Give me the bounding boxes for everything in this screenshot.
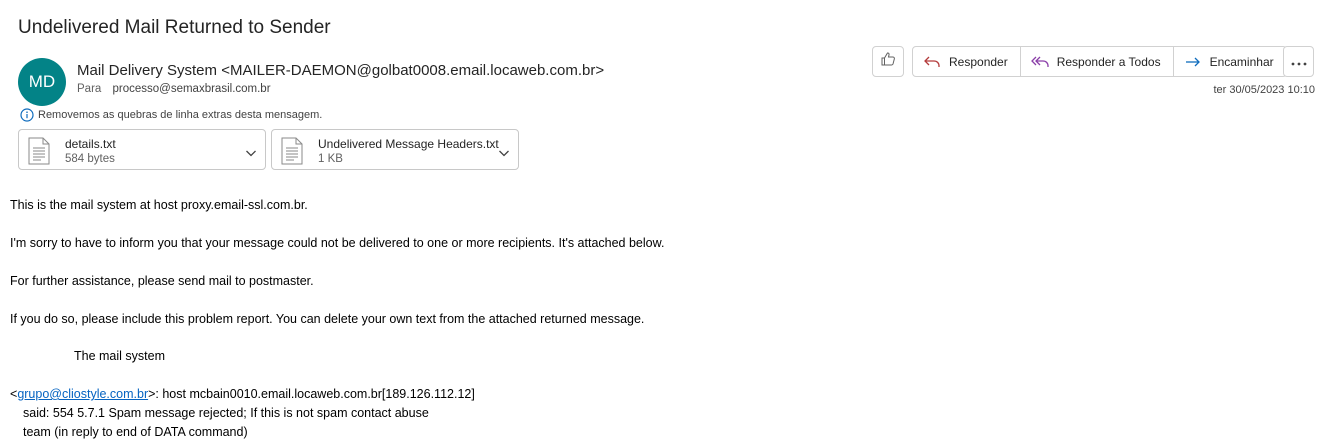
to-label: Para [77, 83, 102, 95]
reply-label: Responder [949, 54, 1008, 69]
sender-name[interactable]: Mail Delivery System <MAILER-DAEMON@golb… [77, 62, 604, 79]
forward-icon [1185, 57, 1200, 66]
info-notice-text: Removemos as quebras de linha extras des… [38, 109, 323, 121]
chevron-down-icon[interactable] [498, 145, 510, 163]
recipient-email-link[interactable]: grupo@cliostyle.com.br [17, 387, 148, 401]
attachment-size: 1 KB [318, 153, 343, 165]
body-line: I'm sorry to have to inform you that you… [10, 236, 665, 250]
reading-pane: Undelivered Mail Returned to Sender MD M… [0, 0, 1325, 443]
signature: The mail system [74, 349, 165, 363]
sender-avatar[interactable]: MD [18, 58, 66, 106]
chevron-down-icon[interactable] [245, 145, 257, 163]
bounce-host: >: host mcbain0010.email.locaweb.com.br[… [148, 387, 475, 401]
more-icon [1291, 53, 1307, 71]
recipient-address[interactable]: processo@semaxbrasil.com.br [113, 83, 271, 95]
attachment-name: details.txt [65, 137, 116, 151]
avatar-initials: MD [28, 72, 56, 91]
attachment-size: 584 bytes [65, 153, 115, 165]
more-options-button[interactable] [1283, 46, 1314, 77]
said-line: team (in reply to end of DATA command) [23, 425, 248, 439]
reply-all-icon [1030, 56, 1049, 67]
attachment-card[interactable]: Undelivered Message Headers.txt 1 KB [271, 129, 519, 170]
forward-button[interactable]: Encaminhar [1172, 47, 1286, 76]
reply-all-button[interactable]: Responder a Todos [1019, 47, 1173, 76]
email-date: ter 30/05/2023 10:10 [1213, 84, 1315, 96]
info-notice: Removemos as quebras de linha extras des… [20, 108, 322, 122]
recipient-line: Para processo@semaxbrasil.com.br [77, 83, 271, 95]
info-icon [20, 108, 34, 122]
text-file-icon [280, 137, 304, 170]
like-button[interactable] [872, 46, 904, 77]
body-line: If you do so, please include this proble… [10, 312, 645, 326]
forward-label: Encaminhar [1209, 54, 1274, 69]
text-file-icon [27, 137, 51, 170]
body-line: This is the mail system at host proxy.em… [10, 198, 308, 212]
thumbs-up-icon [880, 51, 896, 72]
said-line: said: 554 5.7.1 Spam message rejected; I… [23, 406, 429, 420]
reply-icon [924, 56, 940, 67]
email-subject: Undelivered Mail Returned to Sender [18, 17, 331, 38]
attachment-card[interactable]: details.txt 584 bytes [18, 129, 266, 170]
reply-actions: Responder Responder a Todos Encaminhar [912, 46, 1287, 77]
attachment-name: Undelivered Message Headers.txt [318, 137, 499, 151]
reply-button[interactable]: Responder [913, 47, 1020, 76]
reply-all-label: Responder a Todos [1056, 54, 1161, 69]
body-line: For further assistance, please send mail… [10, 274, 314, 288]
bounce-line: <grupo@cliostyle.com.br>: host mcbain001… [10, 387, 475, 401]
